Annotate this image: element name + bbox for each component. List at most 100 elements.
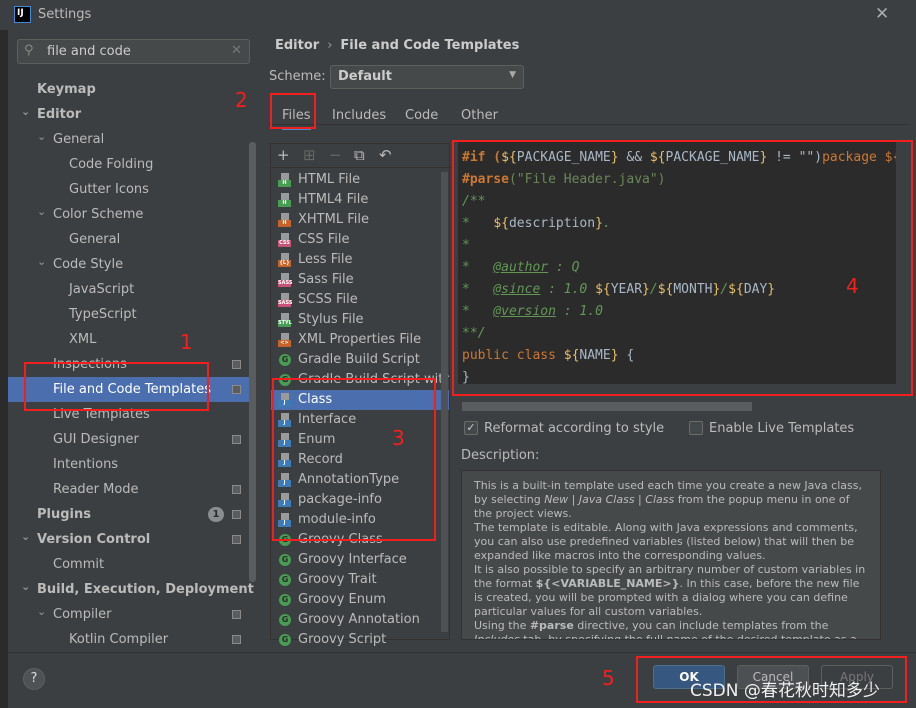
template-list-item[interactable]: <> XML Properties File <box>271 330 449 350</box>
sidebar-item-label: Keymap <box>37 82 96 97</box>
template-name: CSS File <box>298 232 350 247</box>
live-templates-label[interactable]: Enable Live Templates <box>709 421 854 436</box>
file-type-icon: STYL <box>278 313 292 328</box>
sidebar-item-label: Compiler <box>53 607 112 622</box>
sidebar-scrollbar[interactable] <box>249 142 256 582</box>
watermark: CSDN @春花秋时知多少 <box>690 681 880 701</box>
file-type-icon: CSS <box>278 233 291 248</box>
sidebar-item[interactable]: Kotlin Compiler <box>8 627 250 652</box>
sidebar-item-label: Kotlin Compiler <box>69 632 169 647</box>
project-settings-icon <box>232 360 241 369</box>
sidebar-item[interactable]: ⌄ Code Style <box>8 252 250 277</box>
annotation-box-3 <box>272 378 436 541</box>
scheme-dropdown[interactable]: Default ▼ <box>330 65 524 89</box>
template-name: Less File <box>298 252 353 267</box>
chevron-down-icon: ▼ <box>509 70 516 80</box>
template-list-item[interactable]: G Groovy Trait <box>271 570 449 590</box>
template-list-item[interactable]: STYL Stylus File <box>271 310 449 330</box>
description-label: Description: <box>461 448 540 463</box>
sidebar-item[interactable]: ⌄ Compiler <box>8 602 250 627</box>
project-settings-icon <box>232 510 241 519</box>
sidebar-item-label: Reader Mode <box>53 482 139 497</box>
close-icon[interactable]: ✕ <box>875 4 889 24</box>
template-list-item[interactable]: H XHTML File <box>271 210 449 230</box>
help-button[interactable]: ? <box>23 668 45 690</box>
sidebar-item[interactable]: Intentions <box>8 452 250 477</box>
list-scrollbar[interactable] <box>441 172 448 632</box>
tab-includes[interactable]: Includes <box>332 108 386 123</box>
template-list-item[interactable]: G Groovy Annotation <box>271 610 449 630</box>
breadcrumb: Editor › File and Code Templates <box>275 38 519 53</box>
template-name: Groovy Script <box>298 632 387 647</box>
project-settings-icon <box>232 385 241 394</box>
editor-horizontal-scrollbar[interactable] <box>462 402 752 411</box>
gradle-icon: G <box>279 634 291 646</box>
remove-icon[interactable]: − <box>329 146 342 164</box>
live-templates-checkbox[interactable] <box>689 421 703 435</box>
chevron-down-icon[interactable]: ⌄ <box>21 99 30 124</box>
project-settings-icon <box>232 610 241 619</box>
sidebar-item[interactable]: Keymap <box>8 77 250 102</box>
template-list-item[interactable]: G Gradle Build Script <box>271 350 449 370</box>
sidebar-item-label: Build, Execution, Deployment <box>37 582 254 597</box>
sidebar-item[interactable]: JavaScript <box>8 277 250 302</box>
sidebar-item[interactable]: Plugins 1 <box>8 502 250 527</box>
template-name: HTML4 File <box>298 192 369 207</box>
file-type-icon: H <box>278 193 291 208</box>
copy-icon[interactable]: ⧉ <box>354 146 365 164</box>
breadcrumb-editor[interactable]: Editor <box>275 38 319 53</box>
sidebar-item[interactable]: Reader Mode <box>8 477 250 502</box>
template-name: SCSS File <box>298 292 358 307</box>
chevron-down-icon[interactable]: ⌄ <box>37 124 46 149</box>
intellij-logo-icon: IJ <box>14 6 31 23</box>
sidebar-item[interactable]: XML <box>8 327 250 352</box>
sidebar-item[interactable]: Code Folding <box>8 152 250 177</box>
search-value: file and code <box>47 44 131 59</box>
sidebar-item[interactable]: GUI Designer <box>8 427 250 452</box>
template-list-item[interactable]: SASS Sass File <box>271 270 449 290</box>
sidebar-item[interactable]: ⌄ Version Control <box>8 527 250 552</box>
template-list-item[interactable]: H HTML File <box>271 170 449 190</box>
template-list-item[interactable]: SASS SCSS File <box>271 290 449 310</box>
reset-icon[interactable]: ↶ <box>379 146 392 164</box>
chevron-down-icon[interactable]: ⌄ <box>37 249 46 274</box>
chevron-down-icon[interactable]: ⌄ <box>37 599 46 624</box>
title-bar: IJ Settings ✕ <box>0 0 916 30</box>
file-type-icon: H <box>278 173 291 188</box>
sidebar-item-label: Commit <box>53 557 105 572</box>
template-list-item[interactable]: H HTML4 File <box>271 190 449 210</box>
clear-search-icon[interactable]: ✕ <box>231 43 242 58</box>
chevron-down-icon[interactable]: ⌄ <box>37 199 46 224</box>
template-list-item[interactable]: {L} Less File <box>271 250 449 270</box>
file-type-icon: H <box>278 213 291 228</box>
sidebar-item-label: Version Control <box>37 532 151 547</box>
sidebar-item-label: Color Scheme <box>53 207 144 222</box>
chevron-down-icon[interactable]: ⌄ <box>21 524 30 549</box>
gradle-icon: G <box>279 614 291 626</box>
gradle-icon: G <box>279 554 291 566</box>
template-list-item[interactable]: CSS CSS File <box>271 230 449 250</box>
tab-other[interactable]: Other <box>461 108 498 123</box>
sidebar-item[interactable]: TypeScript <box>8 302 250 327</box>
sidebar-item[interactable]: ⌄ General <box>8 127 250 152</box>
file-type-icon: {L} <box>278 253 291 268</box>
annotation-box-2 <box>270 93 316 129</box>
reformat-label[interactable]: Reformat according to style <box>484 421 664 436</box>
settings-search-input[interactable]: ⚲ file and code ✕ <box>17 39 250 64</box>
template-list-item[interactable]: G Groovy Script <box>271 630 449 650</box>
scheme-value: Default <box>338 69 392 84</box>
chevron-down-icon[interactable]: ⌄ <box>21 574 30 599</box>
tab-code[interactable]: Code <box>405 108 438 123</box>
template-name: Stylus File <box>298 312 364 327</box>
sidebar-item[interactable]: ⌄ Color Scheme <box>8 202 250 227</box>
sidebar-item-label: GUI Designer <box>53 432 139 447</box>
sidebar-item-label: General <box>53 132 105 147</box>
add-icon[interactable]: + <box>277 146 290 164</box>
reformat-checkbox[interactable]: ✓ <box>464 421 478 435</box>
template-list-item[interactable]: G Groovy Enum <box>271 590 449 610</box>
add-child-icon[interactable]: ⊞ <box>303 146 316 164</box>
gradle-icon: G <box>279 594 291 606</box>
sidebar-item[interactable]: Commit <box>8 552 250 577</box>
window-title: Settings <box>38 7 92 22</box>
template-list-item[interactable]: G Groovy Interface <box>271 550 449 570</box>
